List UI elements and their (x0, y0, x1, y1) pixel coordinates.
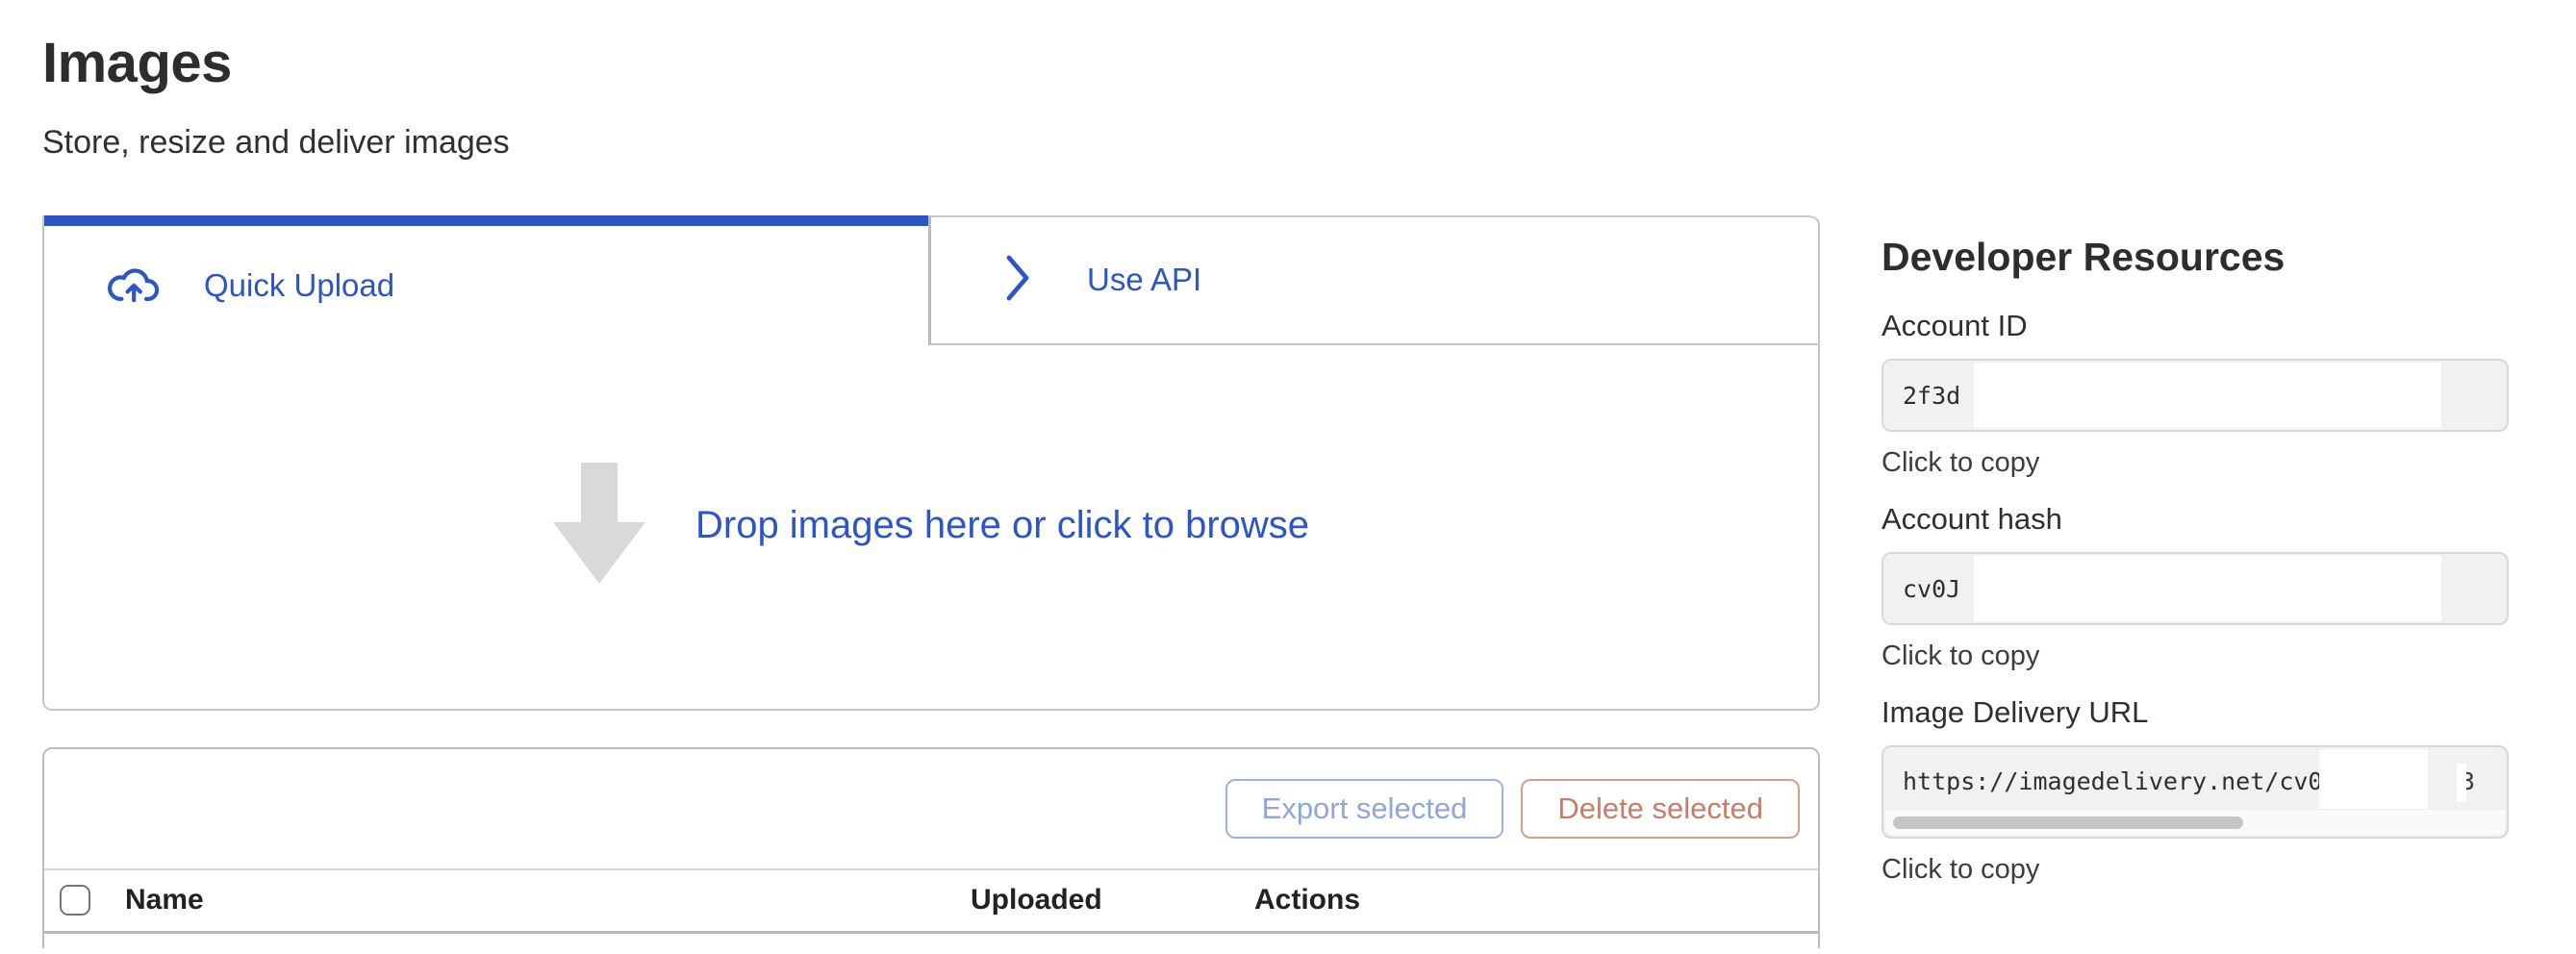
account-hash-value: cv0J (1903, 575, 1960, 603)
tab-use-api[interactable]: Use API (928, 215, 1818, 345)
dropzone-label: Drop images here or click to browse (695, 504, 1309, 547)
account-id-value: 2f3d (1903, 382, 1960, 410)
account-id-field[interactable]: 2f3d (1881, 359, 2509, 432)
table-header: Name Uploaded Actions (44, 870, 1818, 934)
main-column: Images Store, resize and deliver images … (42, 0, 1820, 948)
developer-resources-title: Developer Resources (1881, 235, 2509, 280)
export-selected-button[interactable]: Export selected (1225, 779, 1504, 839)
image-delivery-url-value: https://imagedelivery.net/cv0JSj (1903, 767, 2366, 795)
images-list-card: Export selected Delete selected Name Upl… (42, 747, 1820, 948)
developer-resources-panel: Developer Resources Account ID 2f3d Clic… (1881, 235, 2509, 886)
page-title: Images (42, 35, 1820, 93)
account-id-copy-hint: Click to copy (1881, 447, 2509, 479)
horizontal-scrollbar-thumb[interactable] (1893, 816, 2243, 829)
horizontal-scrollbar (1885, 809, 2505, 835)
chevron-right-icon (1002, 251, 1033, 310)
account-id-label: Account ID (1881, 309, 2509, 343)
column-header-uploaded: Uploaded (971, 884, 1254, 916)
page-subtitle: Store, resize and deliver images (42, 124, 1820, 162)
image-dropzone[interactable]: Drop images here or click to browse (44, 345, 1818, 707)
account-hash-copy-hint: Click to copy (1881, 640, 2509, 672)
column-header-actions: Actions (1254, 884, 1360, 916)
tab-bar: Quick Upload Use API (44, 215, 1818, 345)
select-all-checkbox[interactable] (60, 885, 90, 916)
redaction-overlay (2319, 749, 2428, 811)
arrow-down-icon (553, 463, 645, 589)
column-header-name: Name (125, 884, 971, 916)
image-delivery-url-field[interactable]: https://imagedelivery.net/cv0JSj 3 (1881, 745, 2509, 839)
delete-selected-button[interactable]: Delete selected (1521, 779, 1800, 839)
tab-use-api-label: Use API (1087, 262, 1201, 298)
tab-quick-upload-label: Quick Upload (204, 267, 394, 304)
tab-quick-upload[interactable]: Quick Upload (44, 215, 928, 345)
bulk-actions-row: Export selected Delete selected (44, 749, 1818, 870)
url-tail-fragment: 3 (2461, 767, 2475, 795)
cloud-upload-icon (106, 263, 162, 308)
select-all-cell (60, 885, 90, 916)
account-hash-field[interactable]: cv0J (1881, 552, 2509, 625)
image-delivery-url-copy-hint: Click to copy (1881, 854, 2509, 886)
redaction-overlay (1974, 363, 2441, 428)
redaction-overlay (1974, 556, 2441, 621)
image-delivery-url-label: Image Delivery URL (1881, 695, 2509, 730)
upload-card: Quick Upload Use API Drop images here or… (42, 215, 1820, 711)
account-hash-label: Account hash (1881, 502, 2509, 537)
